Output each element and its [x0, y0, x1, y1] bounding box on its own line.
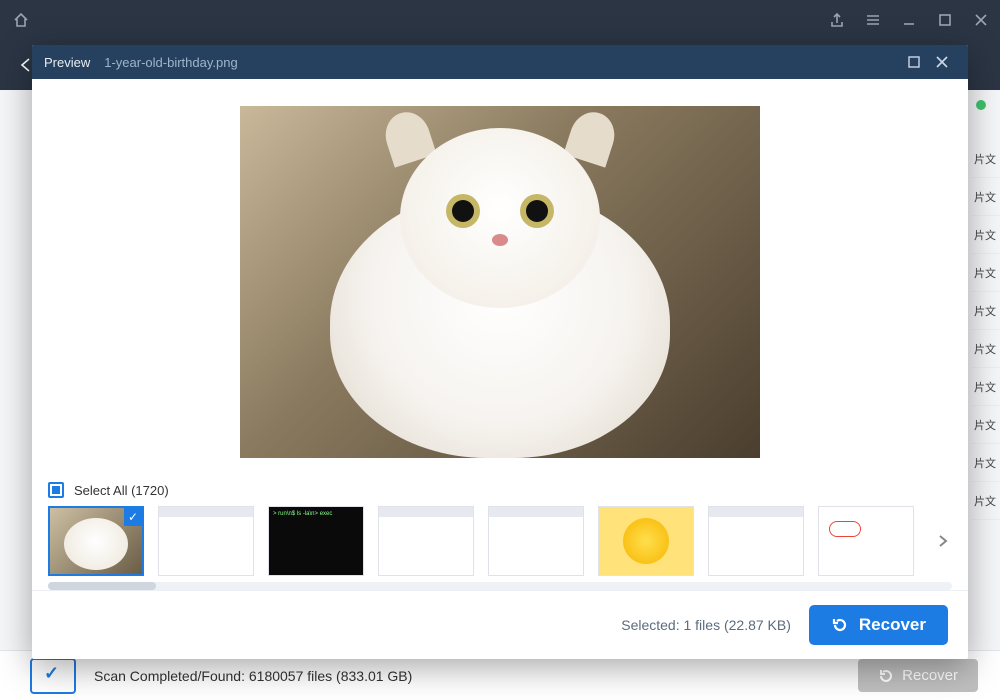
- thumbnail-strip: ✓ > run\n$ ls -la\n> exec: [48, 506, 952, 576]
- scan-status-text: Scan Completed/Found: 6180057 files (833…: [94, 668, 412, 684]
- modal-titlebar: Preview 1-year-old-birthday.png: [32, 45, 968, 79]
- thumbnail-5[interactable]: [598, 506, 694, 576]
- modal-title-text: Preview: [44, 55, 90, 70]
- thumbnail-0[interactable]: ✓: [48, 506, 144, 576]
- share-icon[interactable]: [826, 9, 848, 31]
- thumbnail-4[interactable]: [488, 506, 584, 576]
- modal-filename: 1-year-old-birthday.png: [104, 55, 237, 70]
- bg-file-fragments: 片文 片文 片文 片文 片文 片文 片文 片文 片文 片文: [972, 140, 1000, 520]
- selected-summary: Selected: 1 files (22.87 KB): [621, 617, 791, 633]
- preview-modal: Preview 1-year-old-birthday.png Select A…: [32, 45, 968, 659]
- select-all-checkbox[interactable]: [48, 482, 64, 498]
- preview-image: [240, 106, 760, 458]
- bg-recover-button[interactable]: Recover: [858, 659, 978, 692]
- close-icon[interactable]: [970, 9, 992, 31]
- preview-area: [32, 79, 968, 472]
- minimize-icon[interactable]: [898, 9, 920, 31]
- recover-button[interactable]: Recover: [809, 605, 948, 645]
- thumbnail-selected-badge: ✓: [124, 508, 142, 526]
- thumbnail-3[interactable]: [378, 506, 474, 576]
- thumbnail-next-icon[interactable]: [932, 530, 954, 552]
- modal-maximize-icon[interactable]: [900, 48, 928, 76]
- thumbnail-1[interactable]: [158, 506, 254, 576]
- thumbnail-2[interactable]: > run\n$ ls -la\n> exec: [268, 506, 364, 576]
- menu-icon[interactable]: [862, 9, 884, 31]
- thumbnail-scrollbar[interactable]: [48, 582, 952, 590]
- thumbnail-7[interactable]: [818, 506, 914, 576]
- scan-complete-icon: [30, 658, 76, 694]
- select-all-label: Select All (1720): [74, 483, 169, 498]
- modal-close-icon[interactable]: [928, 48, 956, 76]
- home-icon[interactable]: [8, 7, 34, 33]
- status-dot-icon: [976, 100, 986, 110]
- maximize-icon[interactable]: [934, 9, 956, 31]
- thumbnail-6[interactable]: [708, 506, 804, 576]
